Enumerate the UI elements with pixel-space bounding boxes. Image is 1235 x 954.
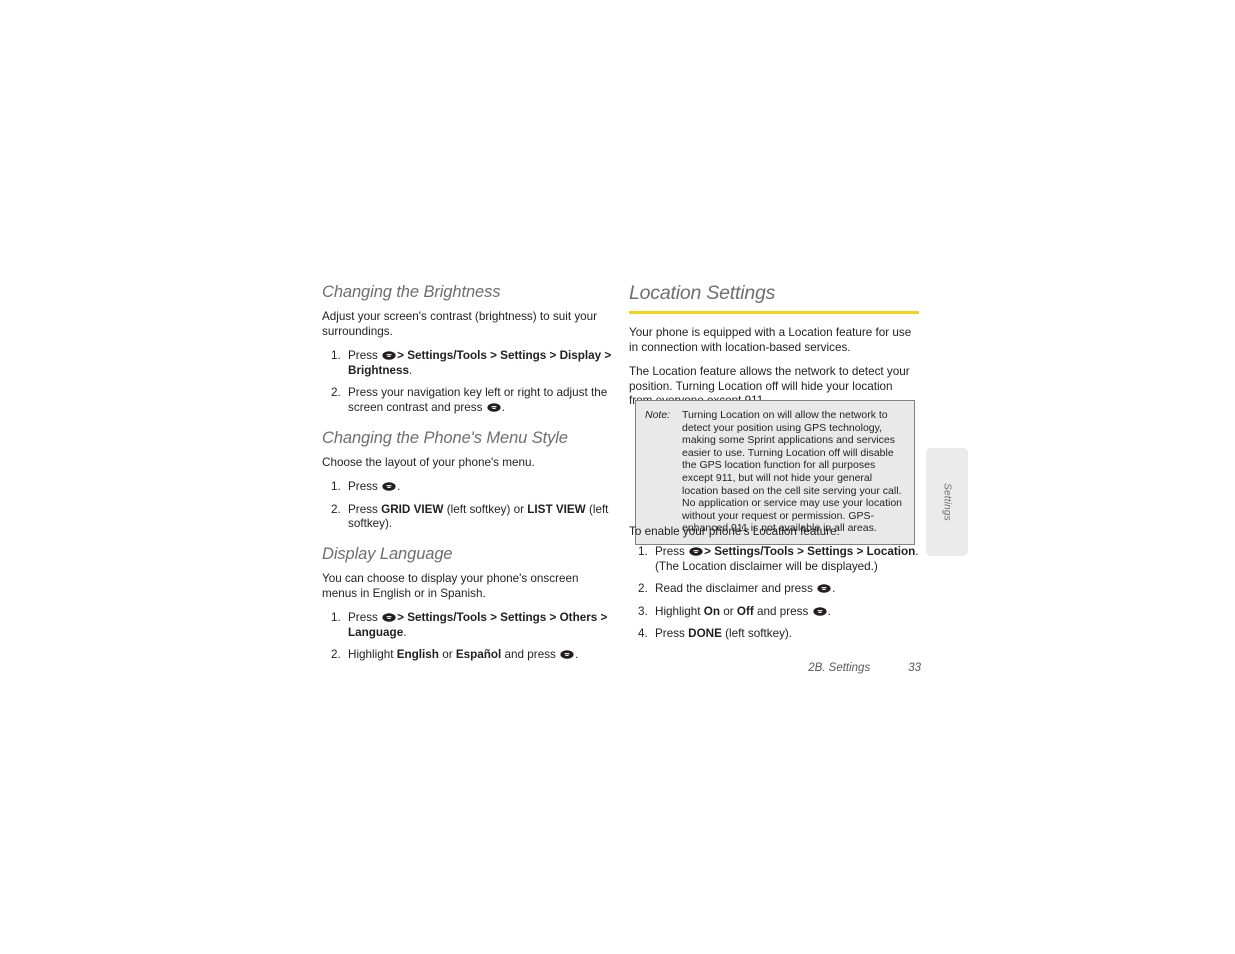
step-item: Press > Settings/Tools > Settings > Disp…: [322, 349, 612, 378]
step-text-tail: .: [409, 363, 413, 377]
step-item: Read the disclaimer and press .: [629, 582, 921, 597]
footer-page-number: 33: [908, 662, 921, 674]
step-item: Press > Settings/Tools > Settings > Othe…: [322, 611, 612, 640]
step-text-mid-1: or: [719, 604, 737, 618]
note-inner: Note: Turning Location on will allow the…: [645, 409, 905, 535]
step-text-bold-1: DONE: [688, 627, 722, 641]
note-callout-box: Note: Turning Location on will allow the…: [635, 400, 915, 545]
step-text-tail: .: [832, 582, 836, 596]
step-text-bold: > Settings/Tools > Settings > Location: [704, 545, 916, 558]
step-text-pre: Press: [655, 627, 689, 641]
side-tab-settings: Settings: [926, 448, 968, 556]
step-text-mid-1: or: [438, 648, 456, 662]
steps-enable-location: Press > Settings/Tools > Settings > Loca…: [629, 545, 921, 642]
right-column: Location Settings Your phone is equipped…: [629, 282, 919, 419]
manual-page: Changing the Brightness Adjust your scre…: [0, 0, 1235, 954]
step-text-mid-1: (left softkey).: [721, 627, 793, 641]
page-footer: 2B. Settings 33: [629, 662, 921, 674]
paragraph-display-language-intro: You can choose to display your phone's o…: [322, 571, 579, 600]
step-text-bold-1: English: [396, 648, 439, 662]
step-text-pre: Press: [348, 611, 382, 625]
step-item: Highlight English or Español and press .: [322, 648, 612, 663]
lead-in-enable-location: To enable your phone's Location feature:: [629, 525, 840, 538]
menu-key-icon: [382, 613, 396, 622]
step-item: Press DONE (left softkey).: [629, 627, 921, 642]
heading-location-settings: Location Settings: [629, 282, 776, 304]
step-text-pre: Press your navigation key left or right …: [348, 386, 608, 414]
heading-display-language: Display Language: [322, 544, 453, 563]
menu-key-icon: [689, 547, 703, 556]
step-text-tail: .: [827, 604, 831, 618]
step-text-bold-1: On: [703, 604, 720, 618]
menu-key-icon: [560, 650, 574, 660]
step-text-tail: .: [397, 480, 401, 494]
step-text-pre: Press: [348, 480, 382, 494]
step-item: Press GRID VIEW (left softkey) or LIST V…: [322, 503, 612, 532]
steps-menu-style: Press . Press GRID VIEW (left softkey) o…: [322, 480, 612, 532]
step-text-bold-1: GRID VIEW: [381, 502, 444, 516]
side-tab-label: Settings: [941, 483, 953, 521]
step-text-bold-2: Español: [455, 648, 502, 662]
step-text-pre: Read the disclaimer and press: [655, 582, 817, 596]
note-text: Turning Location on will allow the netwo…: [682, 409, 903, 535]
step-text-pre: Press: [655, 545, 689, 558]
heading-changing-the-brightness: Changing the Brightness: [322, 283, 501, 301]
footer-chapter: 2B. Settings: [808, 662, 871, 674]
step-text-tail: .: [575, 648, 579, 662]
menu-key-icon: [812, 606, 827, 616]
paragraph-menu-style-intro: Choose the layout of your phone's menu.: [322, 455, 535, 469]
paragraph-brightness-intro: Adjust your screen's contrast (brightnes…: [322, 310, 598, 338]
step-text-pre: Highlight: [655, 604, 704, 618]
step-text-tail: .: [501, 400, 505, 414]
heading-rule: [629, 311, 919, 314]
step-text-mid-2: and press: [501, 648, 560, 662]
heading-changing-the-phones-menu-style: Changing the Phone's Menu Style: [322, 428, 568, 447]
step-text-bold-2: LIST VIEW: [527, 502, 586, 516]
step-item: Press your navigation key left or right …: [322, 386, 612, 415]
step-text-tail: .: [403, 625, 407, 639]
menu-key-icon: [382, 351, 396, 360]
note-label: Note:: [645, 409, 671, 421]
steps-brightness: Press > Settings/Tools > Settings > Disp…: [322, 349, 612, 415]
step-item: Press .: [322, 480, 612, 495]
step-text-mid-2: and press: [753, 604, 812, 618]
step-text-pre: Press: [348, 349, 382, 363]
steps-display-language: Press > Settings/Tools > Settings > Othe…: [322, 611, 612, 663]
step-text-bold-2: Off: [736, 604, 754, 618]
step-text-pre: Highlight: [348, 648, 397, 662]
step-text-mid-1: (left softkey) or: [443, 502, 528, 516]
menu-key-icon: [382, 482, 396, 491]
menu-key-icon: [817, 584, 831, 593]
left-column: Changing the Brightness Adjust your scre…: [322, 282, 612, 675]
paragraph-location-1: Your phone is equipped with a Location f…: [629, 326, 912, 354]
step-item: Highlight On or Off and press .: [629, 605, 921, 620]
menu-key-icon: [487, 403, 501, 412]
step-item: Press > Settings/Tools > Settings > Loca…: [629, 545, 921, 574]
step-text-pre: Press: [348, 502, 382, 516]
